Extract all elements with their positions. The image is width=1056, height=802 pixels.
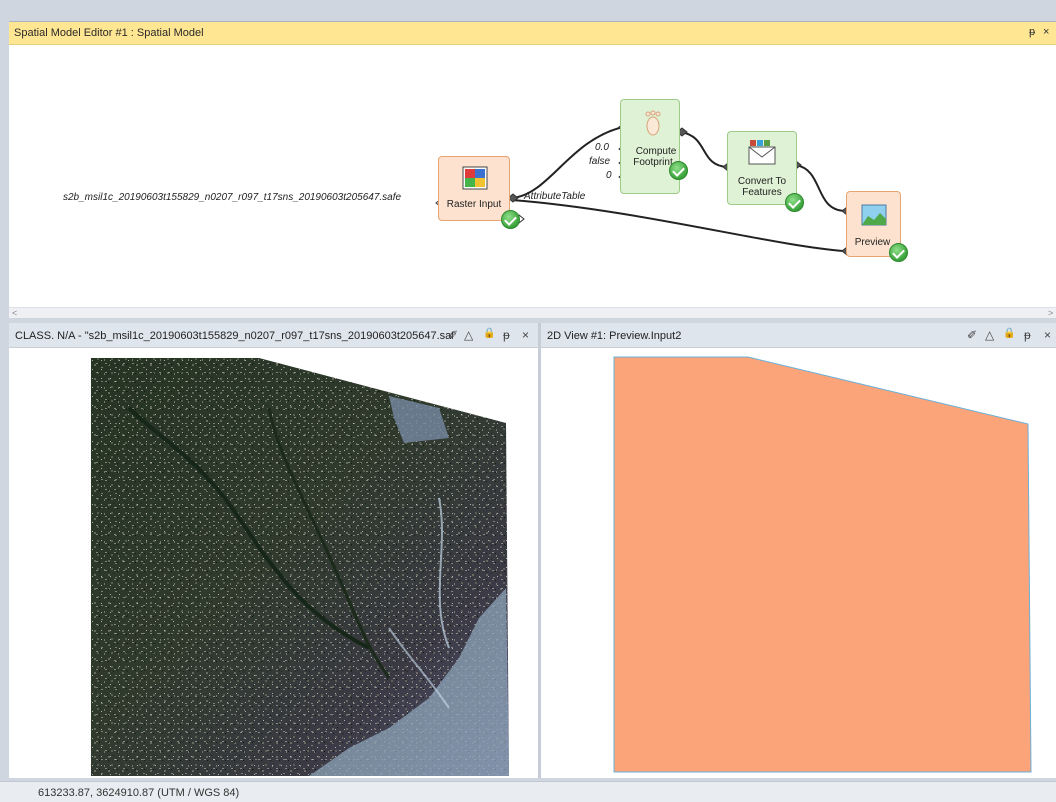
pin-icon[interactable]: ᵽ (503, 328, 510, 342)
connection-footprint-to-convert (680, 131, 728, 168)
compute-footprint-label-1: Compute (635, 146, 677, 157)
editor-title-bar: Spatial Model Editor #1 : Spatial Model … (9, 22, 1056, 45)
status-ok-icon (785, 193, 804, 212)
input-file-label: s2b_msil1c_20190603t155829_n0207_r097_t1… (63, 192, 402, 203)
footprint-icon (645, 110, 661, 136)
warning-icon[interactable]: △ (464, 328, 473, 342)
status-bar: 613233.87, 3624910.87 (UTM / WGS 84) (0, 781, 1056, 802)
raster-input-node[interactable]: Raster Input (438, 156, 510, 221)
scroll-right-icon[interactable]: > (1048, 308, 1053, 318)
preview-map-view[interactable] (541, 348, 1056, 778)
satellite-raster-image (91, 358, 509, 776)
pin-icon[interactable]: ᵽ (1024, 328, 1031, 342)
compute-footprint-node[interactable]: Compute Footprint (620, 99, 680, 194)
status-ok-icon (669, 161, 688, 180)
editor-title: Spatial Model Editor #1 : Spatial Model (14, 27, 204, 39)
link-icon[interactable]: ✐ (967, 328, 977, 342)
preview-view-title: 2D View #1: Preview.Input2 (547, 330, 682, 342)
link-icon[interactable]: ✐ (448, 328, 458, 342)
raster-input-icon (462, 166, 488, 190)
close-icon[interactable]: × (522, 328, 529, 342)
close-icon[interactable]: × (1043, 26, 1049, 38)
status-ok-icon (889, 243, 908, 262)
footprint-port-label: 0.0 (595, 142, 609, 153)
preview-view-header: 2D View #1: Preview.Input2 ✐ △ 🔒 ᵽ × (541, 323, 1056, 348)
convert-to-features-node[interactable]: Convert To Features (727, 131, 797, 205)
footprint-polygon (613, 356, 1032, 773)
spatial-model-editor: Spatial Model Editor #1 : Spatial Model … (9, 21, 1056, 318)
raster-input-label: Raster Input (446, 199, 502, 210)
scroll-left-icon[interactable]: < (12, 308, 17, 318)
close-icon[interactable]: × (1044, 328, 1051, 342)
model-canvas[interactable]: s2b_msil1c_20190603t155829_n0207_r097_t1… (9, 45, 1056, 307)
cursor-coordinates: 613233.87, 3624910.87 (UTM / WGS 84) (38, 787, 240, 799)
convert-to-features-icon (748, 140, 776, 165)
pin-icon[interactable]: ᵽ (1029, 26, 1035, 38)
classification-view-title: CLASS. N/A - "s2b_msil1c_20190603t155829… (15, 330, 453, 342)
convert-label-1: Convert To (737, 176, 787, 187)
attribute-table-port-label: AttributeTable (524, 191, 586, 202)
status-ok-icon (501, 210, 520, 229)
horizontal-scrollbar[interactable]: < > (9, 307, 1056, 318)
footprint-port-label: 0 (606, 170, 612, 181)
classification-map-view[interactable] (9, 348, 538, 778)
classification-view-header: CLASS. N/A - "s2b_msil1c_20190603t155829… (9, 323, 538, 348)
lock-icon[interactable]: 🔒 (483, 328, 495, 339)
preview-icon (861, 204, 887, 226)
footprint-port-label: false (589, 156, 611, 167)
app-window: Spatial Model Editor #1 : Spatial Model … (0, 0, 1056, 802)
lock-icon[interactable]: 🔒 (1003, 328, 1015, 339)
warning-icon[interactable]: △ (985, 328, 994, 342)
connection-lines (435, 122, 853, 256)
